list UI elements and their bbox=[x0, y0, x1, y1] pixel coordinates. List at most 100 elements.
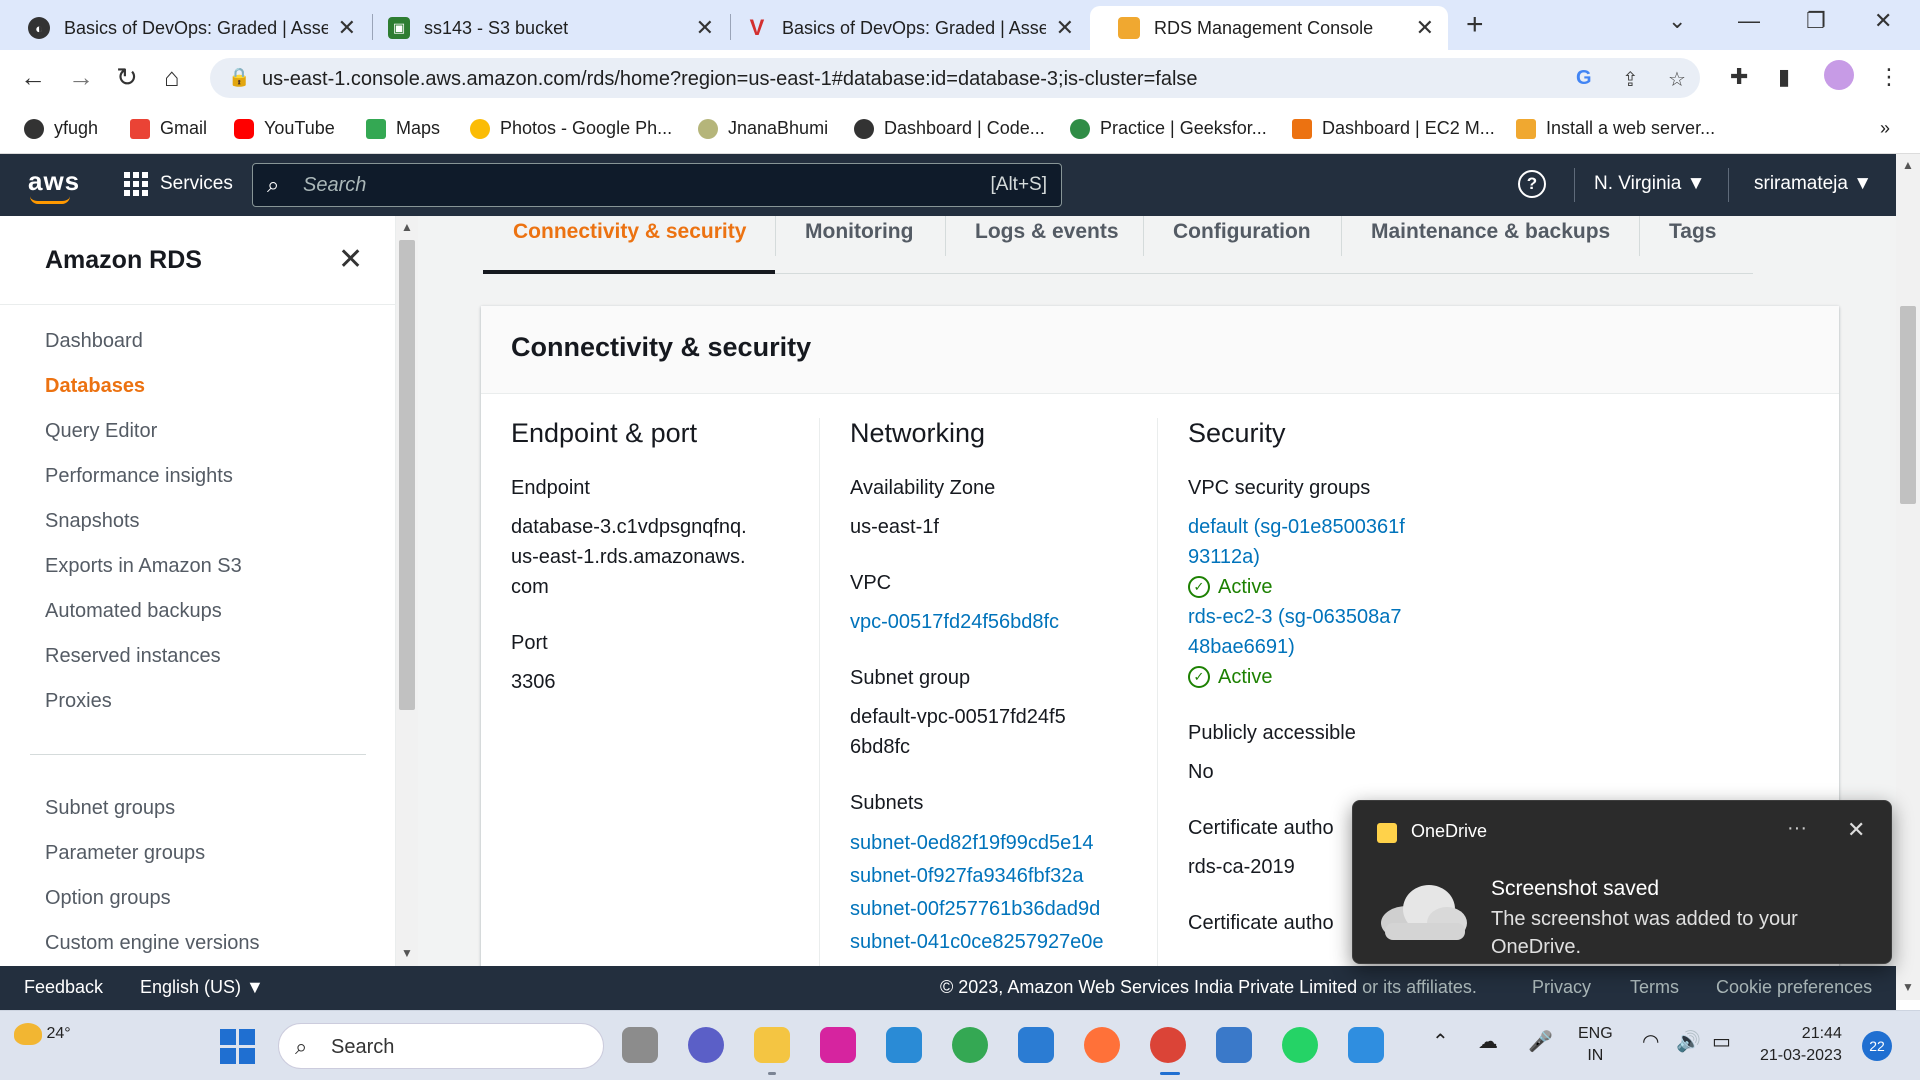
sidebar-item-query-editor[interactable]: Query Editor bbox=[45, 420, 157, 443]
sidebar-item-subnet-groups[interactable]: Subnet groups bbox=[45, 797, 175, 820]
whatsapp-icon[interactable] bbox=[1282, 1027, 1318, 1063]
tab-connectivity-security[interactable]: Connectivity & security bbox=[483, 220, 775, 274]
bookmark-item[interactable]: Dashboard | EC2 M... bbox=[1292, 118, 1495, 139]
feedback-link[interactable]: Feedback bbox=[24, 977, 103, 998]
task-view-icon[interactable] bbox=[622, 1027, 658, 1063]
onedrive-tray-icon[interactable]: ☁ bbox=[1478, 1029, 1498, 1054]
scroll-up-icon[interactable]: ▲ bbox=[1902, 158, 1914, 172]
subnet-link[interactable]: subnet-0f927fa9346fbf32a bbox=[850, 860, 1150, 893]
privacy-link[interactable]: Privacy bbox=[1532, 977, 1591, 998]
close-tab-icon[interactable]: ✕ bbox=[1056, 15, 1074, 41]
aws-search-box[interactable]: ⌕ [Alt+S] bbox=[252, 163, 1062, 207]
start-button[interactable] bbox=[220, 1029, 255, 1064]
bookmark-star-icon[interactable]: ☆ bbox=[1668, 67, 1686, 92]
menu-kebab-icon[interactable]: ⋮ bbox=[1878, 64, 1900, 90]
monitor-app-icon[interactable] bbox=[886, 1027, 922, 1063]
more-options-icon[interactable]: ··· bbox=[1787, 817, 1807, 840]
help-icon[interactable]: ? bbox=[1518, 170, 1546, 198]
minimize-icon[interactable]: — bbox=[1738, 8, 1760, 34]
sidebar-item-proxies[interactable]: Proxies bbox=[45, 690, 112, 713]
bookmark-item[interactable]: Maps bbox=[366, 118, 440, 139]
bookmark-item[interactable]: Photos - Google Ph... bbox=[470, 118, 672, 139]
services-menu-button[interactable]: Services bbox=[124, 172, 233, 196]
close-window-icon[interactable]: ✕ bbox=[1874, 8, 1892, 34]
close-tab-icon[interactable]: ✕ bbox=[338, 15, 356, 41]
endpoint-value[interactable]: database-3.c1vdpsgnqfnq.us-east-1.rds.am… bbox=[511, 512, 751, 602]
onedrive-notification[interactable]: OneDrive ··· ✕ Screenshot saved The scre… bbox=[1352, 800, 1892, 964]
terms-link[interactable]: Terms bbox=[1630, 977, 1679, 998]
chrome-icon[interactable] bbox=[952, 1027, 988, 1063]
tab-logs-events[interactable]: Logs & events bbox=[945, 220, 1149, 274]
bookmark-item[interactable]: yfugh bbox=[24, 118, 98, 139]
tab-maintenance-backups[interactable]: Maintenance & backups bbox=[1341, 220, 1640, 274]
account-menu[interactable]: sriramateja ▼ bbox=[1754, 173, 1872, 195]
wifi-icon[interactable]: ◠ bbox=[1642, 1029, 1659, 1054]
scroll-down-icon[interactable]: ▼ bbox=[401, 946, 413, 960]
notepad-icon[interactable] bbox=[1216, 1027, 1252, 1063]
sidebar-item-custom-engine-versions[interactable]: Custom engine versions bbox=[45, 932, 260, 955]
tab-search-icon[interactable]: ⌄ bbox=[1668, 8, 1686, 34]
system-clock[interactable]: 21:44 21-03-2023 bbox=[1760, 1023, 1842, 1067]
sidebar-item-snapshots[interactable]: Snapshots bbox=[45, 510, 140, 533]
teams-chat-icon[interactable] bbox=[688, 1027, 724, 1063]
sidebar-item-performance-insights[interactable]: Performance insights bbox=[45, 465, 233, 488]
instagram-icon[interactable] bbox=[820, 1027, 856, 1063]
close-tab-icon[interactable]: ✕ bbox=[696, 15, 714, 41]
microphone-icon[interactable]: 🎤 bbox=[1528, 1029, 1553, 1054]
sidebar-item-automated-backups[interactable]: Automated backups bbox=[45, 600, 222, 623]
weather-widget[interactable]: 24° bbox=[14, 1023, 71, 1045]
browser-tab-3[interactable]: V Basics of DevOps: Graded | Asses ✕ bbox=[718, 6, 1088, 50]
text-editor-icon[interactable] bbox=[1018, 1027, 1054, 1063]
sidebar-item-exports-s3[interactable]: Exports in Amazon S3 bbox=[45, 555, 242, 578]
show-hidden-icons-icon[interactable]: ⌃ bbox=[1432, 1029, 1449, 1054]
sidebar-item-dashboard[interactable]: Dashboard bbox=[45, 330, 143, 353]
sidebar-item-reserved-instances[interactable]: Reserved instances bbox=[45, 645, 221, 668]
cookie-preferences-link[interactable]: Cookie preferences bbox=[1716, 977, 1872, 998]
tab-tags[interactable]: Tags bbox=[1639, 220, 1746, 274]
side-panel-icon[interactable]: ▮ bbox=[1778, 64, 1790, 90]
forward-icon[interactable]: → bbox=[68, 62, 94, 93]
aws-search-input[interactable] bbox=[303, 170, 903, 200]
subnet-link[interactable]: subnet-00f257761b36dad9d bbox=[850, 893, 1150, 926]
region-selector[interactable]: N. Virginia ▼ bbox=[1594, 173, 1705, 195]
notification-badge[interactable]: 22 bbox=[1862, 1031, 1892, 1061]
security-group-link[interactable]: default (sg-01e8500361f93112a) bbox=[1188, 512, 1408, 572]
bookmark-item[interactable]: Practice | Geeksfor... bbox=[1070, 118, 1267, 139]
aws-logo[interactable]: aws bbox=[28, 166, 80, 197]
taskbar-search[interactable]: ⌕ Search bbox=[278, 1023, 604, 1069]
back-icon[interactable]: ← bbox=[20, 62, 46, 93]
browser-tab-1[interactable]: ◐ Basics of DevOps: Graded | Asses ✕ bbox=[0, 6, 370, 50]
tab-configuration[interactable]: Configuration bbox=[1143, 220, 1341, 274]
google-lens-icon[interactable]: G bbox=[1576, 67, 1592, 90]
sidebar-item-option-groups[interactable]: Option groups bbox=[45, 887, 171, 910]
subnet-link[interactable]: subnet-0ed82f19f99cd5e14 bbox=[850, 827, 1150, 860]
bookmark-item[interactable]: JnanaBhumi bbox=[698, 118, 828, 139]
close-notification-icon[interactable]: ✕ bbox=[1847, 817, 1865, 843]
language-selector[interactable]: English (US) ▼ bbox=[140, 977, 264, 998]
page-scrollbar[interactable]: ▲ ▼ bbox=[1896, 154, 1920, 1000]
scrollbar-thumb[interactable] bbox=[399, 240, 415, 710]
share-icon[interactable]: ⇪ bbox=[1622, 67, 1639, 92]
new-tab-icon[interactable]: + bbox=[1466, 8, 1484, 42]
file-explorer-icon[interactable] bbox=[754, 1027, 790, 1063]
security-group-link[interactable]: rds-ec2-3 (sg-063508a748bae6691) bbox=[1188, 602, 1408, 662]
language-indicator[interactable]: ENG IN bbox=[1578, 1023, 1613, 1067]
sidebar-item-parameter-groups[interactable]: Parameter groups bbox=[45, 842, 205, 865]
bookmark-item[interactable]: Gmail bbox=[130, 118, 207, 139]
volume-icon[interactable]: 🔊 bbox=[1676, 1029, 1701, 1054]
restore-icon[interactable]: ❐ bbox=[1806, 8, 1826, 34]
profile-avatar[interactable] bbox=[1824, 60, 1854, 90]
chrome-profile-icon[interactable] bbox=[1150, 1027, 1186, 1063]
battery-icon[interactable]: ▭ bbox=[1712, 1029, 1731, 1054]
scrollbar-thumb[interactable] bbox=[1900, 306, 1916, 504]
tab-monitoring[interactable]: Monitoring bbox=[775, 220, 943, 274]
vpc-link[interactable]: vpc-00517fd24f56bd8fc bbox=[850, 607, 1150, 637]
firefox-icon[interactable] bbox=[1084, 1027, 1120, 1063]
reload-icon[interactable]: ↻ bbox=[116, 62, 138, 93]
bookmark-item[interactable]: Install a web server... bbox=[1516, 118, 1715, 139]
close-sidebar-icon[interactable]: ✕ bbox=[338, 242, 363, 277]
browser-tab-4-active[interactable]: RDS Management Console ✕ bbox=[1090, 6, 1448, 50]
browser-tab-2[interactable]: ▣ ss143 - S3 bucket ✕ bbox=[360, 6, 728, 50]
photos-app-icon[interactable] bbox=[1348, 1027, 1384, 1063]
home-icon[interactable]: ⌂ bbox=[164, 62, 180, 93]
